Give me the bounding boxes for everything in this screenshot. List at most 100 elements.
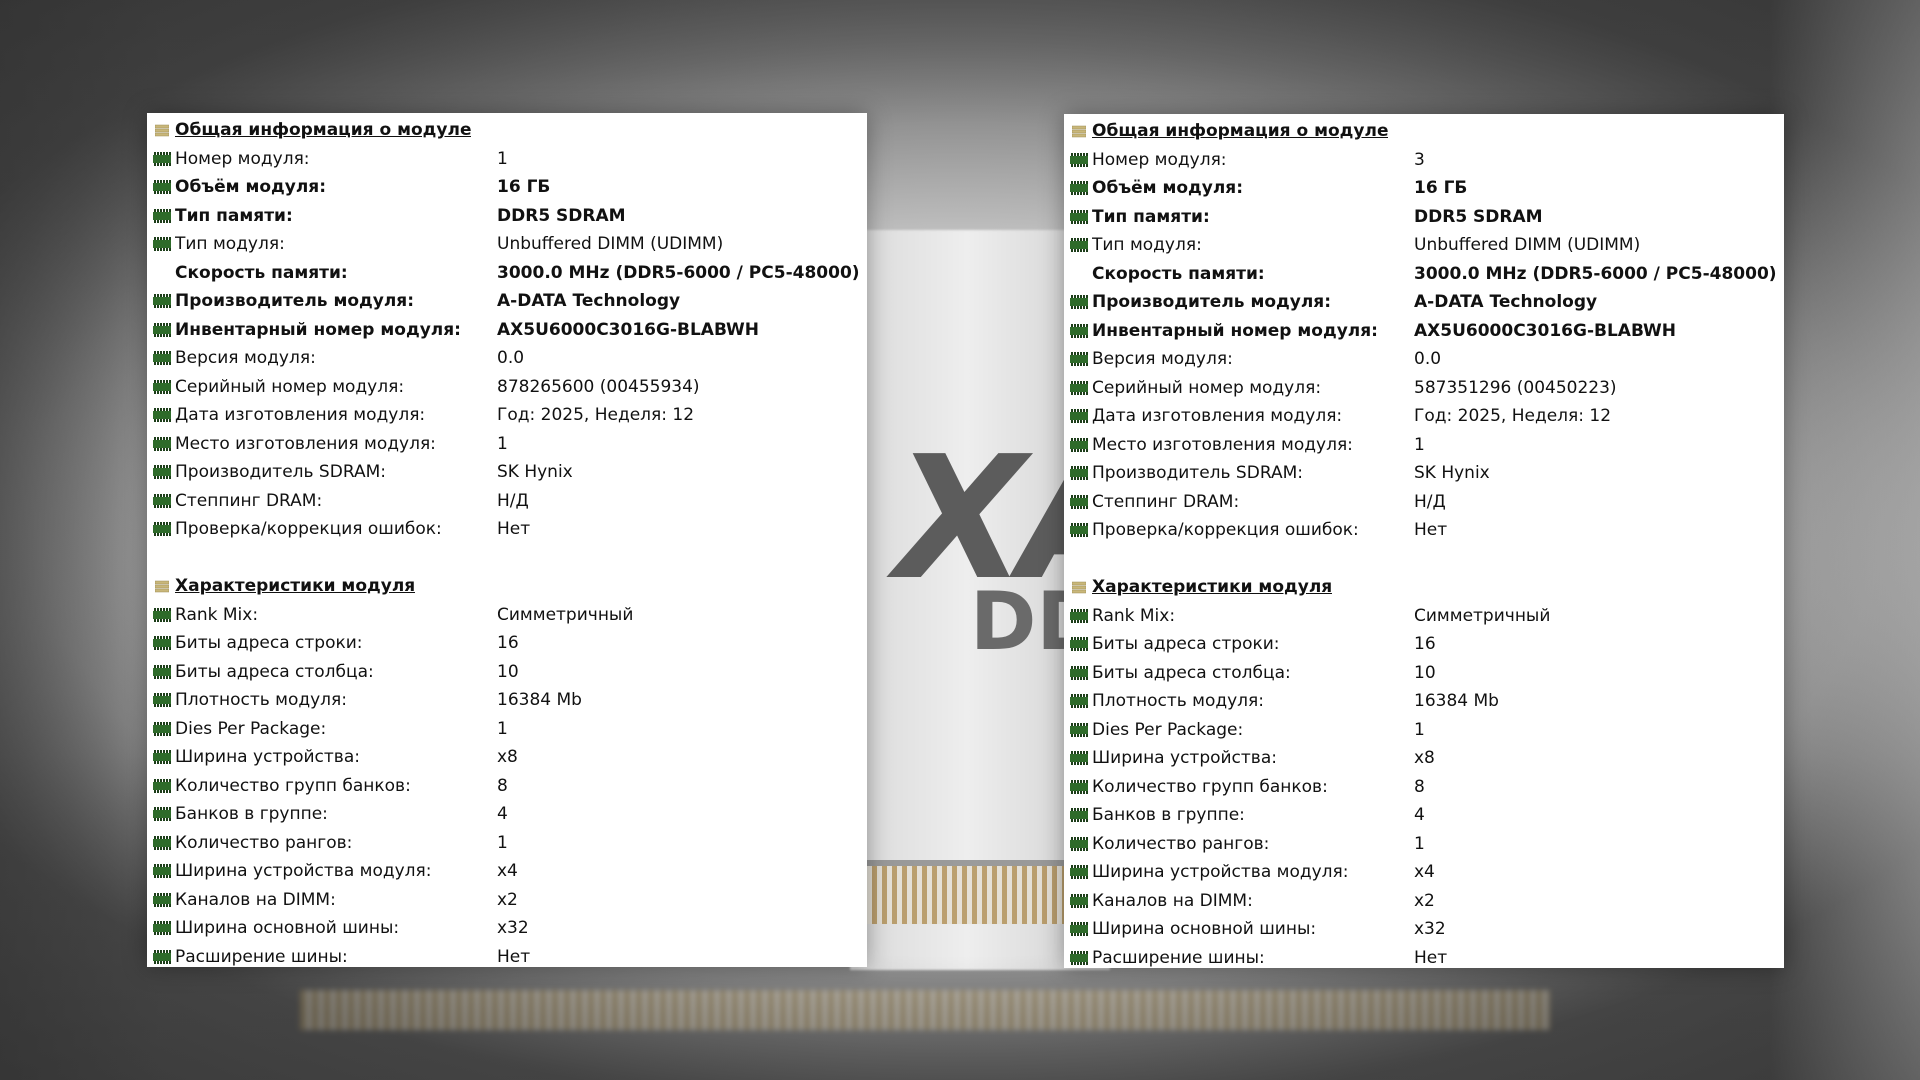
property-value: 8: [1414, 776, 1425, 797]
property-label: Место изготовления модуля:: [1092, 434, 1353, 455]
property-row[interactable]: Каналов на DIMM: x2: [1064, 887, 1784, 916]
property-row[interactable]: Биты адреса столбца: 10: [1064, 659, 1784, 688]
property-row[interactable]: Скорость памяти: 3000.0 MHz (DDR5-6000 / …: [1064, 260, 1784, 289]
property-label: Биты адреса строки:: [1092, 634, 1280, 655]
memory-chip-icon: [1068, 409, 1090, 424]
property-row[interactable]: Ширина устройства модуля: x4: [147, 857, 867, 886]
memory-chip-icon: [151, 237, 173, 252]
property-row[interactable]: Версия модуля: 0.0: [147, 344, 867, 373]
property-value: Симметричный: [1414, 605, 1551, 626]
property-row[interactable]: Биты адреса столбца: 10: [147, 658, 867, 687]
memory-chip-icon: [1068, 494, 1090, 509]
property-label: Производитель SDRAM:: [175, 462, 386, 483]
module-info-list: Общая информация о модуле Номер модуля: 3 О…: [1064, 114, 1784, 968]
property-value: Н/Д: [497, 490, 529, 511]
memory-chip-icon: [151, 208, 173, 223]
property-value: x8: [497, 747, 518, 768]
property-row[interactable]: Тип памяти: DDR5 SDRAM: [1064, 203, 1784, 232]
property-row[interactable]: Проверка/коррекция ошибок: Нет: [1064, 516, 1784, 545]
property-row[interactable]: Серийный номер модуля: 878265600 (0045593…: [147, 373, 867, 402]
property-row[interactable]: Тип памяти: DDR5 SDRAM: [147, 202, 867, 231]
property-row[interactable]: Каналов на DIMM: x2: [147, 886, 867, 915]
property-value: SK Hynix: [1414, 463, 1490, 484]
property-row[interactable]: Расширение шины: Нет: [147, 943, 867, 968]
section-header[interactable]: Характеристики модуля: [147, 572, 867, 601]
property-label: Инвентарный номер модуля:: [175, 319, 461, 340]
property-label: Инвентарный номер модуля:: [1092, 320, 1378, 341]
memory-chip-icon: [1068, 352, 1090, 367]
property-row[interactable]: Биты адреса строки: 16: [147, 629, 867, 658]
memory-chip-icon: [1068, 181, 1090, 196]
section-header[interactable]: Общая информация о модуле: [1064, 117, 1784, 146]
memory-chip-icon: [151, 180, 173, 195]
property-value: x32: [1414, 919, 1446, 940]
property-label: Расширение шины:: [175, 946, 348, 967]
property-value: 16: [1414, 634, 1436, 655]
property-row[interactable]: Место изготовления модуля: 1: [147, 430, 867, 459]
property-row[interactable]: Биты адреса строки: 16: [1064, 630, 1784, 659]
property-label: Тип памяти:: [175, 205, 293, 226]
memory-chip-icon: [1068, 751, 1090, 766]
property-row[interactable]: Банков в группе: 4: [1064, 801, 1784, 830]
property-row[interactable]: Ширина устройства: x8: [147, 743, 867, 772]
section-header[interactable]: Общая информация о модуле: [147, 116, 867, 145]
property-value: 16384 Mb: [497, 690, 582, 711]
property-row[interactable]: Скорость памяти: 3000.0 MHz (DDR5-6000 / …: [147, 259, 867, 288]
property-row[interactable]: Ширина устройства: x8: [1064, 744, 1784, 773]
memory-chip-icon: [151, 835, 173, 850]
section-header[interactable]: Характеристики модуля: [1064, 573, 1784, 602]
property-label: Расширение шины:: [1092, 947, 1265, 968]
property-row[interactable]: Инвентарный номер модуля: AX5U6000C3016G-…: [1064, 317, 1784, 346]
property-row[interactable]: Производитель модуля: A-DATA Technology: [147, 287, 867, 316]
property-row[interactable]: Ширина основной шины: x32: [147, 914, 867, 943]
property-row[interactable]: Степпинг DRAM: Н/Д: [1064, 488, 1784, 517]
property-row[interactable]: Степпинг DRAM: Н/Д: [147, 487, 867, 516]
property-row[interactable]: Количество рангов: 1: [147, 829, 867, 858]
property-row[interactable]: Rank Mix: Симметричный: [1064, 602, 1784, 631]
property-row[interactable]: Количество групп банков: 8: [147, 772, 867, 801]
property-value: Unbuffered DIMM (UDIMM): [497, 234, 724, 255]
memory-chip-icon: [151, 778, 173, 793]
property-row[interactable]: Количество рангов: 1: [1064, 830, 1784, 859]
property-row[interactable]: Ширина устройства модуля: x4: [1064, 858, 1784, 887]
property-value: SK Hynix: [497, 462, 573, 483]
property-label: Dies Per Package:: [175, 718, 327, 739]
property-row[interactable]: Дата изготовления модуля: Год: 2025, Неде…: [1064, 402, 1784, 431]
property-row[interactable]: Место изготовления модуля: 1: [1064, 431, 1784, 460]
property-row[interactable]: Производитель модуля: A-DATA Technology: [1064, 288, 1784, 317]
property-row[interactable]: Банков в группе: 4: [147, 800, 867, 829]
property-row[interactable]: Производитель SDRAM: SK Hynix: [1064, 459, 1784, 488]
property-label: Каналов на DIMM:: [1092, 890, 1253, 911]
memory-chip-icon: [151, 522, 173, 537]
property-row[interactable]: Инвентарный номер модуля: AX5U6000C3016G-…: [147, 316, 867, 345]
property-row[interactable]: Версия модуля: 0.0: [1064, 345, 1784, 374]
property-row[interactable]: Объём модуля: 16 ГБ: [147, 173, 867, 202]
property-row[interactable]: Dies Per Package: 1: [1064, 716, 1784, 745]
property-row[interactable]: Тип модуля: Unbuffered DIMM (UDIMM): [147, 230, 867, 259]
property-row[interactable]: Dies Per Package: 1: [147, 715, 867, 744]
property-row[interactable]: Номер модуля: 1: [147, 145, 867, 174]
property-row[interactable]: Расширение шины: Нет: [1064, 944, 1784, 969]
property-row[interactable]: Ширина основной шины: x32: [1064, 915, 1784, 944]
property-label: Банков в группе:: [1092, 805, 1245, 826]
property-value: Год: 2025, Неделя: 12: [497, 405, 695, 426]
property-row[interactable]: Производитель SDRAM: SK Hynix: [147, 458, 867, 487]
property-row[interactable]: Плотность модуля: 16384 Mb: [147, 686, 867, 715]
memory-chip-icon: [1068, 209, 1090, 224]
property-row[interactable]: Номер модуля: 3: [1064, 146, 1784, 175]
property-row[interactable]: Rank Mix: Симметричный: [147, 601, 867, 630]
property-row[interactable]: Серийный номер модуля: 587351296 (0045022…: [1064, 374, 1784, 403]
property-row[interactable]: Объём модуля: 16 ГБ: [1064, 174, 1784, 203]
property-label: Серийный номер модуля:: [175, 376, 405, 397]
property-row[interactable]: Плотность модуля: 16384 Mb: [1064, 687, 1784, 716]
property-value: 1: [497, 433, 508, 454]
property-label: Плотность модуля:: [175, 690, 348, 711]
property-row[interactable]: Проверка/коррекция ошибок: Нет: [147, 515, 867, 544]
property-row[interactable]: Количество групп банков: 8: [1064, 773, 1784, 802]
property-label: Проверка/коррекция ошибок:: [175, 519, 442, 540]
property-row[interactable]: Дата изготовления модуля: Год: 2025, Неде…: [147, 401, 867, 430]
property-value: Нет: [497, 946, 531, 967]
memory-chip-icon: [1068, 238, 1090, 253]
property-value: 16: [497, 633, 519, 654]
property-row[interactable]: Тип модуля: Unbuffered DIMM (UDIMM): [1064, 231, 1784, 260]
